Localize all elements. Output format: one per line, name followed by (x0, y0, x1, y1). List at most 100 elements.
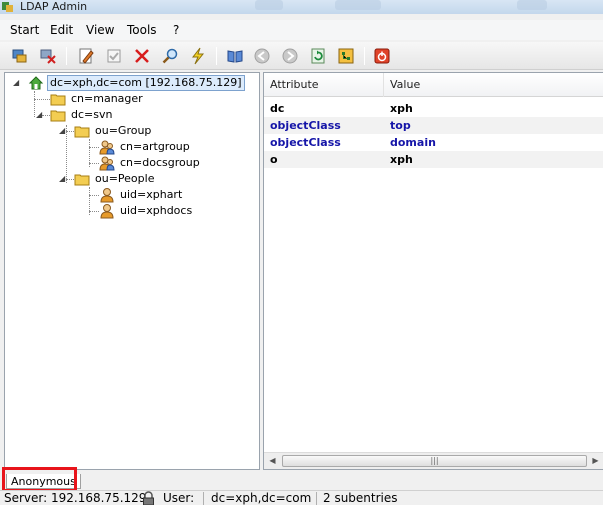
status-user: User: (163, 491, 195, 505)
tree-node-label: dc=svn (71, 108, 113, 121)
attribute-list-header: Attribute Value (264, 73, 603, 97)
connect-button[interactable] (9, 46, 31, 66)
attribute-row[interactable]: objectClass top (264, 117, 603, 134)
tree-connector (34, 91, 35, 117)
connect-icon (12, 49, 27, 63)
status-server: Server: 192.168.75.129 (4, 491, 147, 505)
lightning-button[interactable] (187, 46, 209, 66)
status-subentries: 2 subentries (323, 491, 398, 505)
tree-node-svn[interactable]: dc=svn (50, 107, 114, 123)
menu-help[interactable]: ? (171, 23, 181, 37)
attribute-list[interactable]: Attribute Value dc xph objectClass top o… (263, 72, 603, 470)
attribute-name: objectClass (270, 119, 341, 132)
tree-view-button[interactable] (335, 46, 357, 66)
blurred-title-area (517, 0, 547, 10)
column-header-attribute[interactable]: Attribute (264, 73, 384, 97)
menu-edit[interactable]: Edit (48, 23, 75, 37)
back-button[interactable] (251, 46, 273, 66)
lock-icon (143, 491, 154, 505)
tree-node-label: dc=xph,dc=com [192.168.75.129] (47, 75, 245, 91)
exit-button[interactable] (371, 46, 393, 66)
tree-connector (89, 147, 99, 148)
tree-node-group[interactable]: ou=Group (74, 123, 153, 139)
attribute-name: dc (270, 102, 285, 115)
red-highlight-box (2, 467, 77, 492)
tree-connector (89, 195, 99, 196)
tree-node-artgroup[interactable]: cn=artgroup (99, 139, 192, 155)
attribute-row[interactable]: o xph (264, 151, 603, 168)
tree-connector (34, 99, 50, 100)
collapse-toggle[interactable]: ◢ (59, 175, 66, 183)
status-bar: Server: 192.168.75.129 User: dc=xph,dc=c… (0, 490, 603, 505)
group-icon (99, 140, 115, 155)
tree-node-label: cn=manager (71, 92, 143, 105)
attribute-name: objectClass (270, 136, 341, 149)
attribute-value: xph (390, 102, 413, 115)
tree-connector (66, 125, 67, 183)
toolbar (0, 42, 603, 70)
tree-node-label: cn=artgroup (120, 140, 190, 153)
scroll-right-icon[interactable]: ▶ (587, 453, 603, 469)
group-icon (99, 156, 115, 171)
collapse-toggle[interactable]: ◢ (13, 79, 20, 87)
status-base-dn: dc=xph,dc=com (211, 491, 312, 505)
folder-icon (74, 174, 90, 186)
menu-view[interactable]: View (84, 23, 116, 37)
status-divider (203, 492, 204, 505)
attribute-row[interactable]: objectClass domain (264, 134, 603, 151)
scrollbar-thumb[interactable]: ||| (282, 455, 587, 467)
tree-connector (89, 163, 99, 164)
blurred-title-area (335, 0, 381, 10)
column-header-value[interactable]: Value (384, 73, 603, 97)
schema-book-icon (227, 50, 243, 63)
window-title: LDAP Admin (20, 0, 88, 13)
forward-icon (282, 48, 298, 64)
schema-button[interactable] (224, 46, 246, 66)
tree-node-people[interactable]: ou=People (74, 171, 156, 187)
tree-node-label: ou=Group (95, 124, 152, 137)
exit-icon (374, 48, 390, 64)
horizontal-scrollbar[interactable]: ◀ ||| ▶ (264, 452, 603, 469)
tree-node-manager[interactable]: cn=manager (50, 91, 145, 107)
lightning-icon (191, 47, 205, 65)
tree-node-label: ou=People (95, 172, 155, 185)
disconnect-icon (40, 49, 56, 64)
user-icon (100, 204, 114, 219)
properties-icon (107, 49, 121, 63)
attribute-value: xph (390, 153, 413, 166)
server-home-icon (28, 76, 44, 90)
edit-entry-button[interactable] (75, 46, 97, 66)
title-bar[interactable]: LDAP Admin (0, 0, 603, 14)
ldap-admin-app-icon (2, 2, 13, 12)
menu-tools[interactable]: Tools (125, 23, 159, 37)
tree-node-xphdocs[interactable]: uid=xphdocs (99, 203, 194, 219)
refresh-icon (311, 48, 325, 64)
folder-icon (74, 126, 90, 138)
collapse-toggle[interactable]: ◢ (59, 127, 66, 135)
tree-node-docsgroup[interactable]: cn=docsgroup (99, 155, 202, 171)
delete-button[interactable] (131, 46, 153, 66)
toolbar-separator (66, 47, 67, 65)
menu-start[interactable]: Start (8, 23, 41, 37)
delete-icon (135, 49, 149, 63)
attribute-row[interactable]: dc xph (264, 100, 603, 117)
tree-connector (42, 115, 50, 116)
tree-node-label: uid=xphart (120, 188, 183, 201)
refresh-button[interactable] (307, 46, 329, 66)
attribute-value: domain (390, 136, 436, 149)
toolbar-separator (216, 47, 217, 65)
search-button[interactable] (159, 46, 181, 66)
collapse-toggle[interactable]: ◢ (36, 111, 43, 119)
attribute-name: o (270, 153, 278, 166)
directory-tree[interactable]: ◢ ◢ ◢ ◢ dc=xph,dc=com [192.168.75.129] c… (4, 72, 260, 470)
tree-connector (89, 211, 99, 212)
disconnect-button[interactable] (37, 46, 59, 66)
tree-view-icon (338, 48, 354, 64)
properties-button[interactable] (103, 46, 125, 66)
attribute-value: top (390, 119, 411, 132)
forward-button[interactable] (279, 46, 301, 66)
search-icon (162, 48, 178, 64)
scroll-left-icon[interactable]: ◀ (264, 453, 281, 469)
tree-node-root[interactable]: dc=xph,dc=com [192.168.75.129] (28, 75, 245, 91)
tree-node-xphart[interactable]: uid=xphart (99, 187, 184, 203)
